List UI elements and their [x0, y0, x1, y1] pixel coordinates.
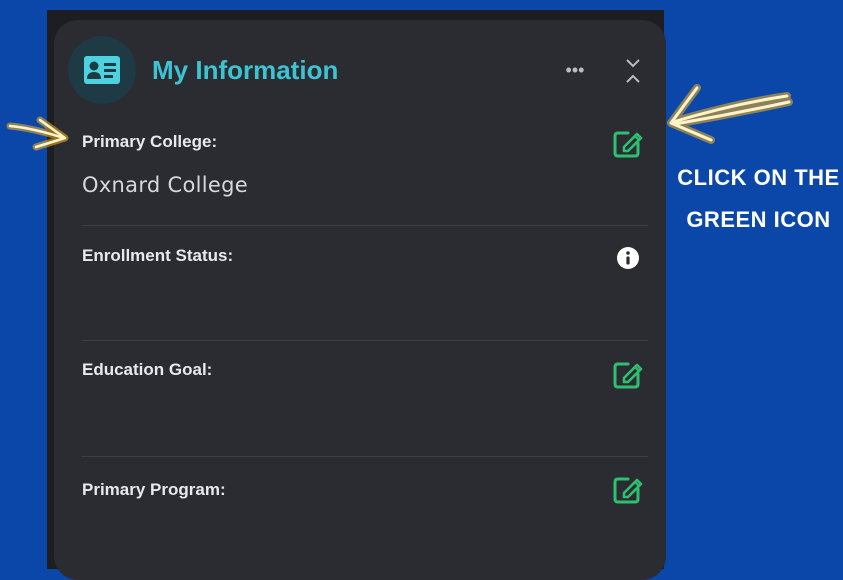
primary-college-value: Oxnard College: [82, 173, 248, 197]
edit-icon[interactable]: [610, 358, 644, 392]
primary-college-label: Primary College:: [82, 132, 218, 151]
collapse-chevrons-icon[interactable]: [622, 56, 644, 86]
hand-drawn-arrow-icon: [6, 116, 69, 151]
field-divider: [82, 340, 648, 341]
info-icon[interactable]: [616, 246, 640, 270]
instruction-line-2: GREEN ICON: [686, 207, 831, 232]
id-card-icon: [68, 36, 136, 104]
enrollment-status-label: Enrollment Status:: [82, 246, 234, 265]
field-divider: [82, 456, 648, 457]
education-goal-label: Education Goal:: [82, 360, 213, 379]
instruction-line-1: CLICK ON THE: [677, 165, 840, 190]
edit-icon[interactable]: [610, 127, 644, 161]
more-options-button[interactable]: •••: [560, 58, 590, 82]
field-divider: [82, 225, 648, 226]
hand-drawn-arrow-icon: [667, 84, 793, 144]
primary-program-label: Primary Program:: [82, 480, 226, 499]
edit-icon[interactable]: [610, 473, 644, 507]
card-title: My Information: [152, 55, 339, 85]
